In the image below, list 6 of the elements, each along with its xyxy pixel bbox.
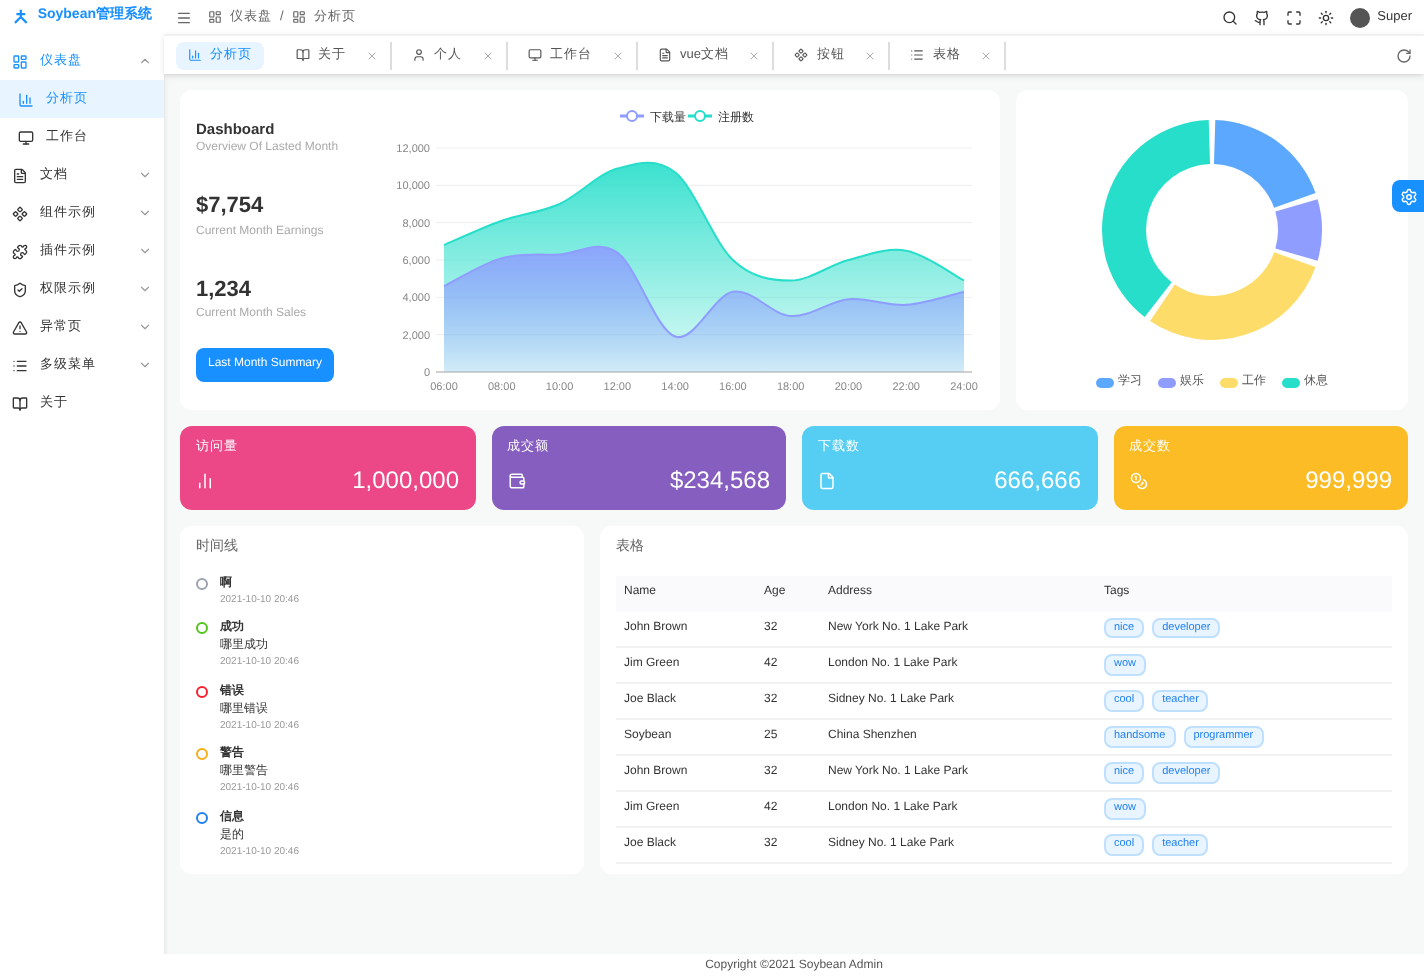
stat-value: 999,999 <box>1305 464 1392 498</box>
stat-value: 1,000,000 <box>352 464 459 498</box>
earnings-value: $7,754 <box>196 192 266 223</box>
sales-value: 1,234 <box>196 275 254 306</box>
stat-value: 666,666 <box>994 464 1081 498</box>
stat-value: $234,568 <box>669 464 770 498</box>
